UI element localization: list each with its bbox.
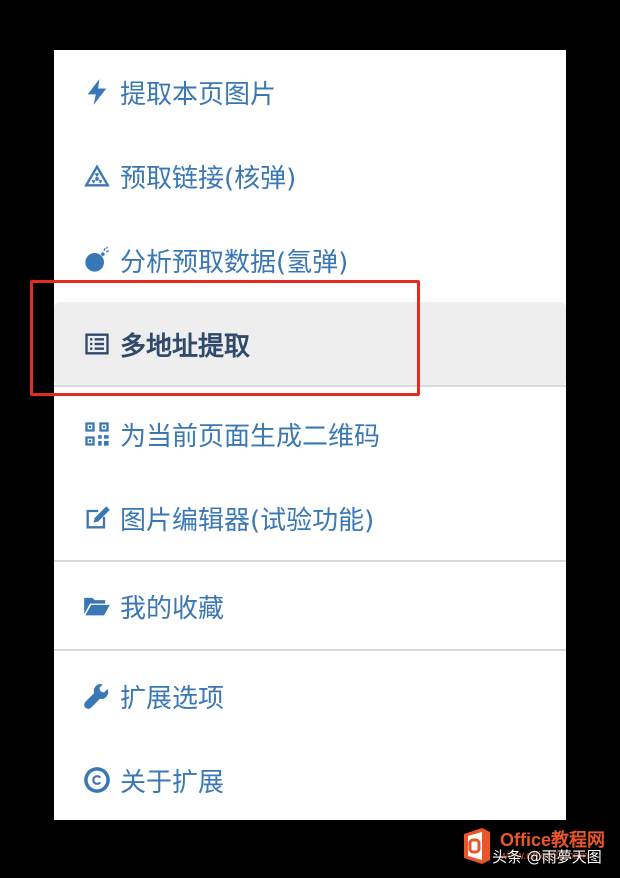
toutiao-credit: 头条 @雨夢天图	[492, 848, 602, 866]
menu-item-about-extension[interactable]: 关于扩展	[54, 738, 566, 822]
list-alt-icon	[82, 329, 112, 359]
qrcode-icon	[82, 419, 112, 449]
menu-divider	[54, 385, 566, 387]
menu-item-my-favorites[interactable]: 我的收藏	[54, 564, 566, 648]
menu-item-label: 分析预取数据(氢弹)	[120, 247, 349, 278]
menu-item-label: 为当前页面生成二维码	[120, 421, 381, 452]
menu-item-label: 多地址提取	[120, 331, 251, 362]
bolt-icon	[82, 77, 112, 107]
menu-item-label: 图片编辑器(试验功能)	[120, 505, 375, 536]
menu-item-label: 我的收藏	[120, 593, 225, 624]
folder-open-icon	[82, 591, 112, 621]
menu-item-label: 关于扩展	[120, 767, 225, 798]
menu-item-generate-qrcode[interactable]: 为当前页面生成二维码	[54, 392, 566, 476]
edit-icon	[82, 503, 112, 533]
menu-item-label: 提取本页图片	[120, 79, 277, 110]
copyright-icon	[82, 765, 112, 795]
menu-item-prefetch-links[interactable]: 预取链接(核弹)	[54, 134, 566, 218]
menu-divider	[54, 649, 566, 651]
menu-item-multi-address-extract[interactable]: 多地址提取	[54, 302, 566, 386]
menu-divider	[54, 560, 566, 562]
radiation-warning-icon	[82, 161, 112, 191]
office-logo-icon	[464, 828, 490, 864]
menu-item-extract-page-images[interactable]: 提取本页图片	[54, 50, 566, 134]
menu-item-extension-options[interactable]: 扩展选项	[54, 654, 566, 738]
menu-item-analyze-prefetch-data[interactable]: 分析预取数据(氢弹)	[54, 218, 566, 302]
extension-popup-menu: 提取本页图片 预取链接(核弹) 分析预取数据(氢弹) 多地址提取 为当前页面生成…	[54, 50, 566, 820]
wrench-icon	[82, 681, 112, 711]
menu-item-image-editor[interactable]: 图片编辑器(试验功能)	[54, 476, 566, 560]
menu-item-label: 扩展选项	[120, 683, 225, 714]
bomb-icon	[82, 245, 112, 275]
menu-item-label: 预取链接(核弹)	[120, 163, 297, 194]
